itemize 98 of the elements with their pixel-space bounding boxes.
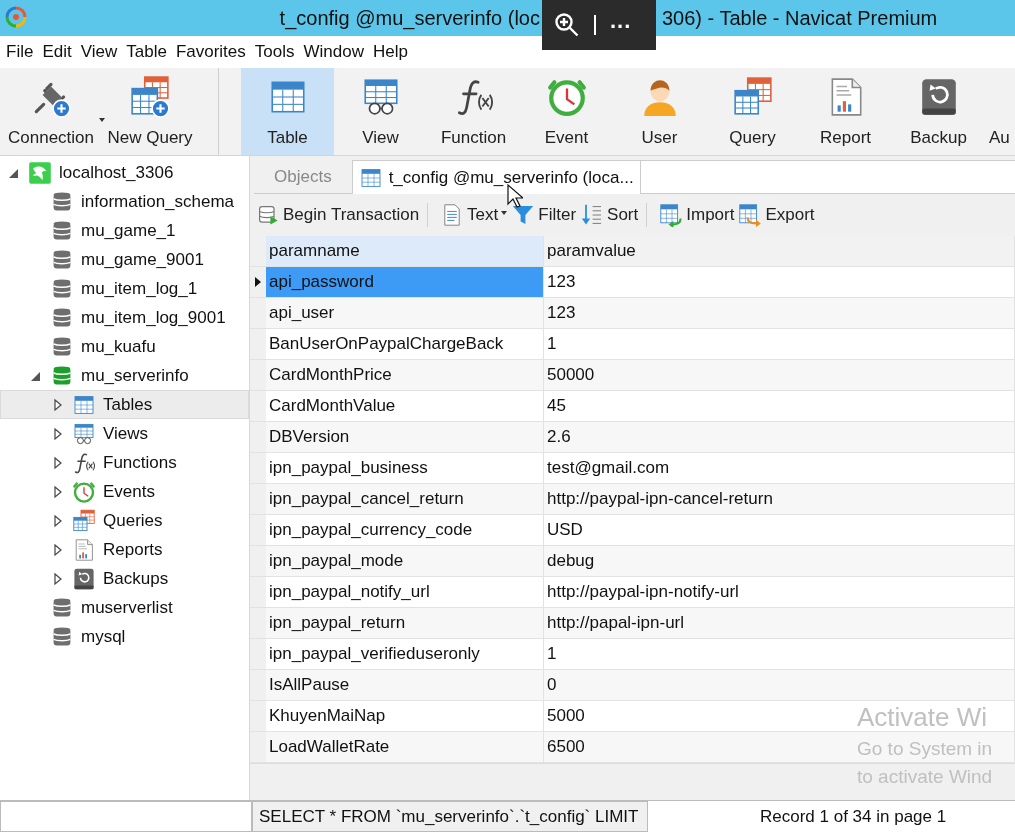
table-cell[interactable]: CardMonthValue — [266, 391, 544, 422]
tree-item[interactable]: information_schema — [0, 187, 249, 216]
table-cell[interactable]: http://papal-ipn-url — [544, 608, 1015, 639]
table-cell[interactable]: api_password — [266, 267, 544, 298]
alarm-clock-icon — [72, 479, 96, 504]
toolbar-button[interactable]: Table — [241, 68, 334, 155]
tree-item[interactable]: Backups — [0, 564, 249, 593]
table-cell[interactable]: USD — [544, 515, 1015, 546]
filter-icon — [511, 203, 536, 227]
table-cell[interactable]: api_user — [266, 298, 544, 329]
table-cell[interactable]: LoadWalletRate — [266, 732, 544, 763]
toolbar-button[interactable]: Import — [657, 203, 737, 227]
window-title: t_config @mu_serverinfo (loc — [279, 6, 540, 30]
tree-item[interactable]: mysql — [0, 622, 249, 651]
tree-item[interactable]: mu_kuafu — [0, 332, 249, 361]
new-query-icon — [129, 76, 171, 118]
tree-item[interactable]: Reports — [0, 535, 249, 564]
table-cell[interactable]: ipn_paypal_business — [266, 453, 544, 484]
tree-item[interactable]: mu_game_1 — [0, 216, 249, 245]
toolbar-button[interactable]: Export — [736, 203, 817, 227]
tab[interactable]: t_config @mu_serverinfo (loca... — [351, 160, 641, 194]
toolbar-button[interactable]: Filter — [509, 203, 579, 227]
table-cell[interactable]: BanUserOnPaypalChargeBack — [266, 329, 544, 360]
table-cell[interactable]: ipn_paypal_currency_code — [266, 515, 544, 546]
activation-notice: Activate Wi — [857, 701, 989, 734]
toolbar-button[interactable]: Begin Transaction — [254, 203, 429, 227]
table-cell[interactable]: 50000 — [544, 360, 1015, 391]
window-title: 306) - Table - Navicat Premium — [662, 6, 938, 30]
app-logo-icon — [4, 5, 28, 29]
menu-item[interactable]: Tools — [254, 42, 295, 62]
table-cell[interactable]: ipn_paypal_cancel_return — [266, 484, 544, 515]
table-cell[interactable]: 123 — [544, 298, 1015, 329]
menu-item[interactable]: Window — [303, 42, 364, 62]
tree-item[interactable]: Views — [0, 419, 249, 448]
table-cell[interactable]: 45 — [544, 391, 1015, 422]
toolbar-button[interactable]: Au — [985, 68, 1014, 155]
toolbar-button[interactable]: Report — [799, 68, 892, 155]
toolbar-button[interactable]: Query — [706, 68, 799, 155]
menu-item[interactable]: Table — [126, 42, 167, 62]
export-icon — [738, 203, 763, 227]
menu-item[interactable]: Help — [372, 42, 408, 62]
table-cell[interactable]: DBVersion — [266, 422, 544, 453]
menu-item[interactable]: Favorites — [175, 42, 246, 62]
backup-icon — [72, 566, 96, 591]
menu-item[interactable]: Edit — [42, 42, 72, 62]
toolbar-button[interactable]: Backup — [892, 68, 985, 155]
row-header[interactable] — [250, 267, 266, 298]
toolbar-button[interactable]: Text — [438, 203, 510, 227]
table-cell[interactable]: ipn_paypal_notify_url — [266, 577, 544, 608]
table-cell[interactable]: KhuyenMaiNap — [266, 701, 544, 732]
dropdown-caret-icon[interactable] — [99, 118, 105, 122]
table-cell[interactable]: IsAllPause — [266, 670, 544, 701]
toolbar-button[interactable]: User — [613, 68, 706, 155]
table-cell[interactable]: 1 — [544, 329, 1015, 360]
view-icon — [72, 421, 96, 446]
tree-item[interactable]: mu_item_log_1 — [0, 274, 249, 303]
table-cell[interactable]: CardMonthPrice — [266, 360, 544, 391]
tree-item[interactable]: muserverlist — [0, 593, 249, 622]
toolbar-button[interactable]: Function — [427, 68, 520, 155]
table-cell[interactable]: 0 — [544, 670, 1015, 701]
table-cell[interactable]: ipn_paypal_verifieduseronly — [266, 639, 544, 670]
toolbar-button[interactable]: Sort — [578, 203, 648, 227]
zoom-in-icon[interactable] — [554, 12, 580, 38]
tree-item[interactable]: Functions — [0, 448, 249, 477]
tree-item[interactable]: Queries — [0, 506, 249, 535]
database-play-icon — [256, 203, 280, 227]
table-cell[interactable]: 1 — [544, 639, 1015, 670]
server-icon — [28, 160, 52, 185]
table-cell[interactable]: 123 — [544, 267, 1015, 298]
mouse-cursor-icon — [507, 184, 523, 208]
toolbar-button[interactable]: View — [334, 68, 427, 155]
tree-item[interactable]: mu_item_log_9001 — [0, 303, 249, 332]
tree-item[interactable]: localhost_3306 — [0, 158, 249, 187]
table-cell[interactable]: 2.6 — [544, 422, 1015, 453]
record-count: Record 1 of 34 in page 1 — [752, 801, 1015, 832]
menu-item[interactable]: View — [80, 42, 118, 62]
query-icon — [72, 508, 96, 533]
toolbar-button[interactable]: Connection — [0, 68, 102, 155]
toolbar-button[interactable]: Event — [520, 68, 613, 155]
sql-statement: SELECT * FROM `mu_serverinfo`.`t_config` LIMIT — [252, 801, 648, 832]
table-cell[interactable]: test@gmail.com — [544, 453, 1015, 484]
tree-item[interactable]: mu_game_9001 — [0, 245, 249, 274]
tree-item[interactable]: mu_serverinfo — [0, 361, 249, 390]
table-cell[interactable]: http://paypal-ipn-cancel-return — [544, 484, 1015, 515]
table-cell[interactable]: ipn_paypal_return — [266, 608, 544, 639]
row-pointer-icon — [254, 276, 262, 288]
menu-item[interactable]: File — [6, 42, 34, 62]
table-cell[interactable]: http://paypal-ipn-notify-url — [544, 577, 1015, 608]
tree-item[interactable]: Tables — [0, 390, 249, 419]
table-cell[interactable]: ipn_paypal_mode — [266, 546, 544, 577]
tree-item[interactable]: Events — [0, 477, 249, 506]
column-header[interactable]: paramvalue — [544, 236, 1015, 267]
column-header[interactable]: paramname — [266, 236, 544, 267]
more-button[interactable]: ... — [610, 8, 632, 42]
import-icon — [659, 203, 684, 227]
toolbar-button[interactable]: New Query — [102, 68, 219, 155]
table-cell[interactable]: debug — [544, 546, 1015, 577]
query-icon — [731, 76, 774, 118]
